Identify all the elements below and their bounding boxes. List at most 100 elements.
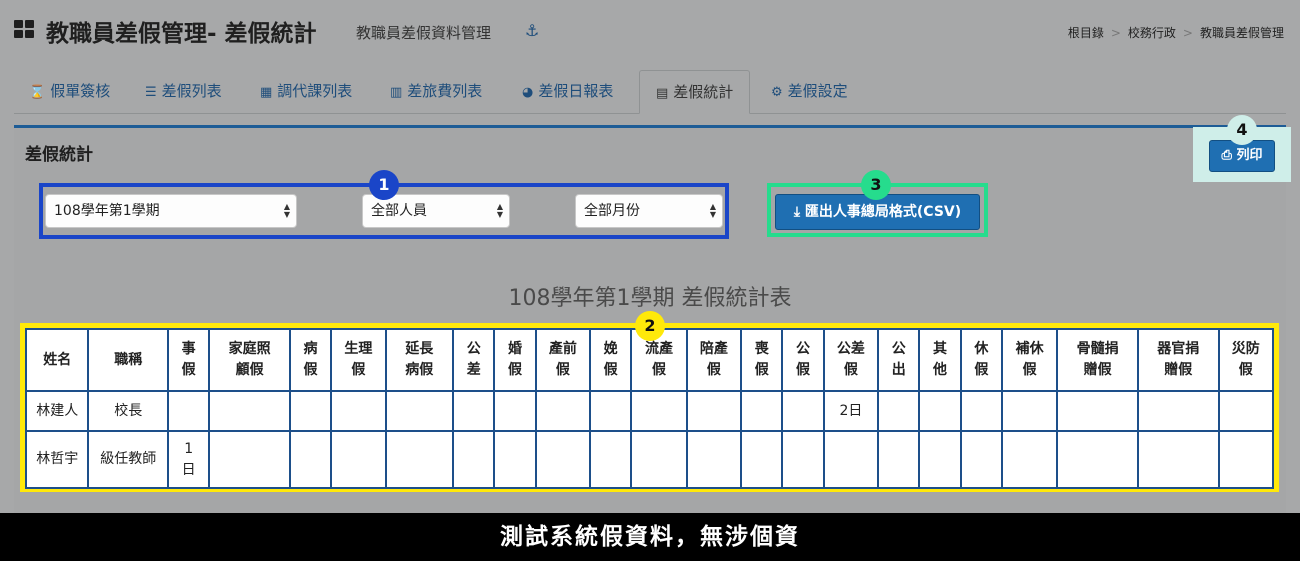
- tab-label: 差旅費列表: [407, 82, 483, 100]
- table-cell: 林哲宇: [24, 430, 90, 489]
- table-cell: [959, 390, 1003, 432]
- tab-label: 差假列表: [161, 82, 222, 100]
- column-header: 休假: [959, 328, 1003, 392]
- table-cell: [1136, 430, 1220, 489]
- badge-3: 3: [861, 170, 891, 200]
- month-select-value: 全部月份: [584, 203, 640, 219]
- breadcrumb-item-root[interactable]: 根目錄: [1068, 26, 1104, 40]
- column-header: 公出: [877, 328, 921, 392]
- column-header: 骨髓捐 贈假: [1056, 328, 1139, 392]
- column-header: 生理假: [330, 328, 387, 392]
- table-cell: [630, 430, 688, 489]
- column-header: 公差假: [822, 328, 880, 392]
- list-icon: ☰: [145, 85, 157, 100]
- breadcrumb-item-leave-management[interactable]: 教職員差假管理: [1200, 26, 1284, 40]
- table-cell: [384, 390, 455, 432]
- select-arrows-icon: ▲ ▼: [496, 202, 503, 219]
- table-cell: [630, 390, 688, 432]
- table-row: 林建人 校長 2日: [24, 390, 1275, 432]
- breadcrumb-item-school-admin[interactable]: 校務行政: [1128, 26, 1176, 40]
- table-cell: [822, 430, 880, 489]
- column-header: 延長 病假: [384, 328, 455, 392]
- tab-leave-approval[interactable]: ⌛ 假單簽核: [29, 70, 110, 114]
- table-cell: [493, 430, 537, 489]
- table-cell: 林建人: [24, 390, 90, 432]
- print-icon: ⎙: [1221, 148, 1232, 163]
- table-cell: 級任教師: [87, 430, 169, 489]
- gears-icon: ⚙: [771, 85, 783, 100]
- column-header: 器官捐 贈假: [1136, 328, 1220, 392]
- table-cell: [1056, 390, 1139, 432]
- tab-substitute-list[interactable]: ▦ 調代課列表: [260, 70, 352, 114]
- table-cell: [288, 390, 333, 432]
- column-header: 災防假: [1217, 328, 1275, 392]
- column-header: 流產假: [630, 328, 688, 392]
- tab-daily-report[interactable]: ◕ 差假日報表: [522, 70, 613, 114]
- column-header: 公差: [452, 328, 496, 392]
- pie-chart-icon: ◕: [522, 85, 534, 100]
- column-header: 娩假: [589, 328, 633, 392]
- caption-banner: 測試系統假資料，無涉個資: [0, 513, 1300, 561]
- table-cell: [740, 390, 784, 432]
- badge-1: 1: [369, 170, 399, 200]
- page-subtitle: 教職員差假資料管理: [356, 24, 492, 42]
- table-cell: [1217, 390, 1275, 432]
- badge-4: 4: [1227, 115, 1257, 145]
- table-icon: ▦: [260, 85, 273, 100]
- download-icon: ⤓: [793, 204, 801, 220]
- table-cell: [166, 390, 211, 432]
- anchor-icon[interactable]: ⚓: [525, 21, 539, 40]
- select-arrows-icon: ▲ ▼: [283, 202, 290, 219]
- table-cell: [685, 430, 743, 489]
- column-header: 喪假: [740, 328, 784, 392]
- grid-icon: [14, 20, 34, 38]
- tab-label: 差假設定: [787, 82, 848, 100]
- table-cell: 2日: [822, 390, 880, 432]
- column-header: 公假: [781, 328, 825, 392]
- table-cell: [452, 430, 496, 489]
- print-label: 列印: [1236, 148, 1263, 163]
- semester-select-value: 108學年第1學期: [54, 203, 160, 219]
- table-cell: 校長: [87, 390, 169, 432]
- tab-leave-list[interactable]: ☰ 差假列表: [145, 70, 222, 114]
- calculator-icon: ▤: [656, 86, 669, 101]
- column-header: 婚假: [493, 328, 537, 392]
- column-header: 病假: [288, 328, 333, 392]
- badge-2: 2: [635, 311, 665, 341]
- column-header: 職稱: [87, 328, 169, 392]
- report-title: 108學年第1學期 差假統計表: [508, 286, 792, 311]
- tab-label: 差假統計: [673, 83, 734, 101]
- column-header: 其他: [918, 328, 962, 392]
- table-cell: [959, 430, 1003, 489]
- table-cell: [384, 430, 455, 489]
- month-select[interactable]: 全部月份 ▲ ▼: [575, 194, 723, 228]
- page-title: 教職員差假管理- 差假統計: [46, 21, 317, 47]
- table-cell: [918, 430, 962, 489]
- table-cell: [1136, 390, 1220, 432]
- bar-chart-icon: ▥: [390, 85, 403, 100]
- export-csv-label: 匯出人事總局格式(CSV): [804, 204, 962, 220]
- table-cell: 1日: [166, 430, 211, 489]
- table-cell: [1217, 430, 1275, 489]
- table-cell: [534, 390, 592, 432]
- semester-select[interactable]: 108學年第1學期 ▲ ▼: [45, 194, 297, 228]
- table-cell: [740, 430, 784, 489]
- column-header: 補休假: [1000, 328, 1059, 392]
- table-body: 姓名 職稱事假家庭照 顧假病假生理假延長 病假公差婚假產前假娩假流產假陪產假喪假公假公…: [24, 328, 1275, 489]
- leave-statistics-table: 姓名 職稱事假家庭照 顧假病假生理假延長 病假公差婚假產前假娩假流產假陪產假喪假公假公…: [24, 328, 1275, 489]
- table-cell: [918, 390, 962, 432]
- column-header: 事假: [166, 328, 211, 392]
- table-cell: [685, 390, 743, 432]
- table-cell: [534, 430, 592, 489]
- tab-travel-expense-list[interactable]: ▥ 差旅費列表: [390, 70, 482, 114]
- table-cell: [589, 390, 633, 432]
- select-arrows-icon: ▲ ▼: [709, 202, 716, 219]
- table-cell: [493, 390, 537, 432]
- table-cell: [877, 390, 921, 432]
- tab-leave-settings[interactable]: ⚙ 差假設定: [771, 70, 848, 114]
- page-header: 教職員差假管理- 差假統計 教職員差假資料管理 ⚓ 根目錄 > 校務行政 > 教職員差假…: [0, 0, 1300, 62]
- table-cell: [781, 390, 825, 432]
- hourglass-icon: ⌛: [29, 85, 46, 100]
- tab-leave-statistics[interactable]: ▤ 差假統計: [639, 70, 751, 114]
- breadcrumb-separator: >: [1110, 26, 1121, 40]
